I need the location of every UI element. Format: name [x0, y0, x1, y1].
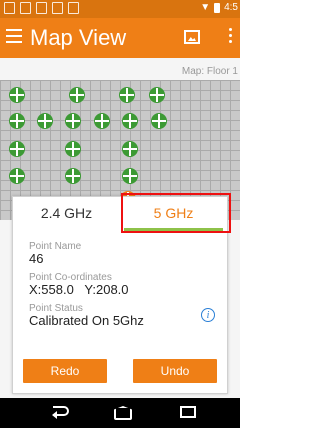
calibration-point[interactable] [122, 113, 138, 129]
calibration-point[interactable] [69, 87, 85, 103]
calibration-point[interactable] [149, 87, 165, 103]
tab-2-4ghz[interactable]: 2.4 GHz [13, 197, 120, 233]
point-name-value: 46 [29, 251, 44, 266]
image-icon[interactable] [184, 30, 200, 44]
status-right: ▼ 4:5 [200, 2, 238, 13]
calibration-point[interactable] [94, 113, 110, 129]
calibration-point[interactable] [9, 141, 25, 157]
notification-icons [4, 2, 79, 14]
notification-icon [36, 2, 47, 14]
coords-value: X:558.0 Y:208.0 [29, 282, 129, 297]
overflow-menu-icon[interactable] [229, 28, 232, 46]
calibration-point[interactable] [65, 141, 81, 157]
clock: 4:5 [224, 2, 238, 13]
calibration-point[interactable] [9, 87, 25, 103]
home-icon[interactable] [114, 406, 132, 420]
calibration-point[interactable] [65, 113, 81, 129]
app-bar: Map View [0, 18, 240, 58]
highlight-box [121, 193, 231, 233]
recent-apps-icon[interactable] [180, 406, 196, 418]
notification-icon [68, 2, 79, 14]
notification-icon [20, 2, 31, 14]
status-value: Calibrated On 5Ghz [29, 313, 144, 328]
calibration-point[interactable] [122, 141, 138, 157]
info-icon[interactable]: i [201, 308, 215, 322]
calibration-point[interactable] [151, 113, 167, 129]
point-fields: Point Name 46 Point Co-ordinates X:558.0… [29, 241, 217, 334]
calibration-point[interactable] [9, 168, 25, 184]
point-name-label: Point Name [29, 241, 82, 252]
notification-icon [4, 2, 15, 14]
calibration-point[interactable] [37, 113, 53, 129]
notification-icon [52, 2, 63, 14]
calibration-point[interactable] [119, 87, 135, 103]
undo-button[interactable]: Undo [133, 359, 217, 383]
menu-icon[interactable] [6, 29, 22, 43]
page-title: Map View [30, 25, 127, 50]
calibration-point[interactable] [65, 168, 81, 184]
redo-button[interactable]: Redo [23, 359, 107, 383]
calibration-point[interactable] [9, 113, 25, 129]
status-bar: ▼ 4:5 [0, 0, 240, 18]
back-icon[interactable] [52, 406, 69, 419]
navigation-bar [0, 398, 240, 428]
signal-icon: ▼ [200, 2, 211, 13]
battery-icon [214, 2, 221, 13]
floor-label: Map: Floor 1 [181, 66, 238, 77]
calibration-point[interactable] [122, 168, 138, 184]
